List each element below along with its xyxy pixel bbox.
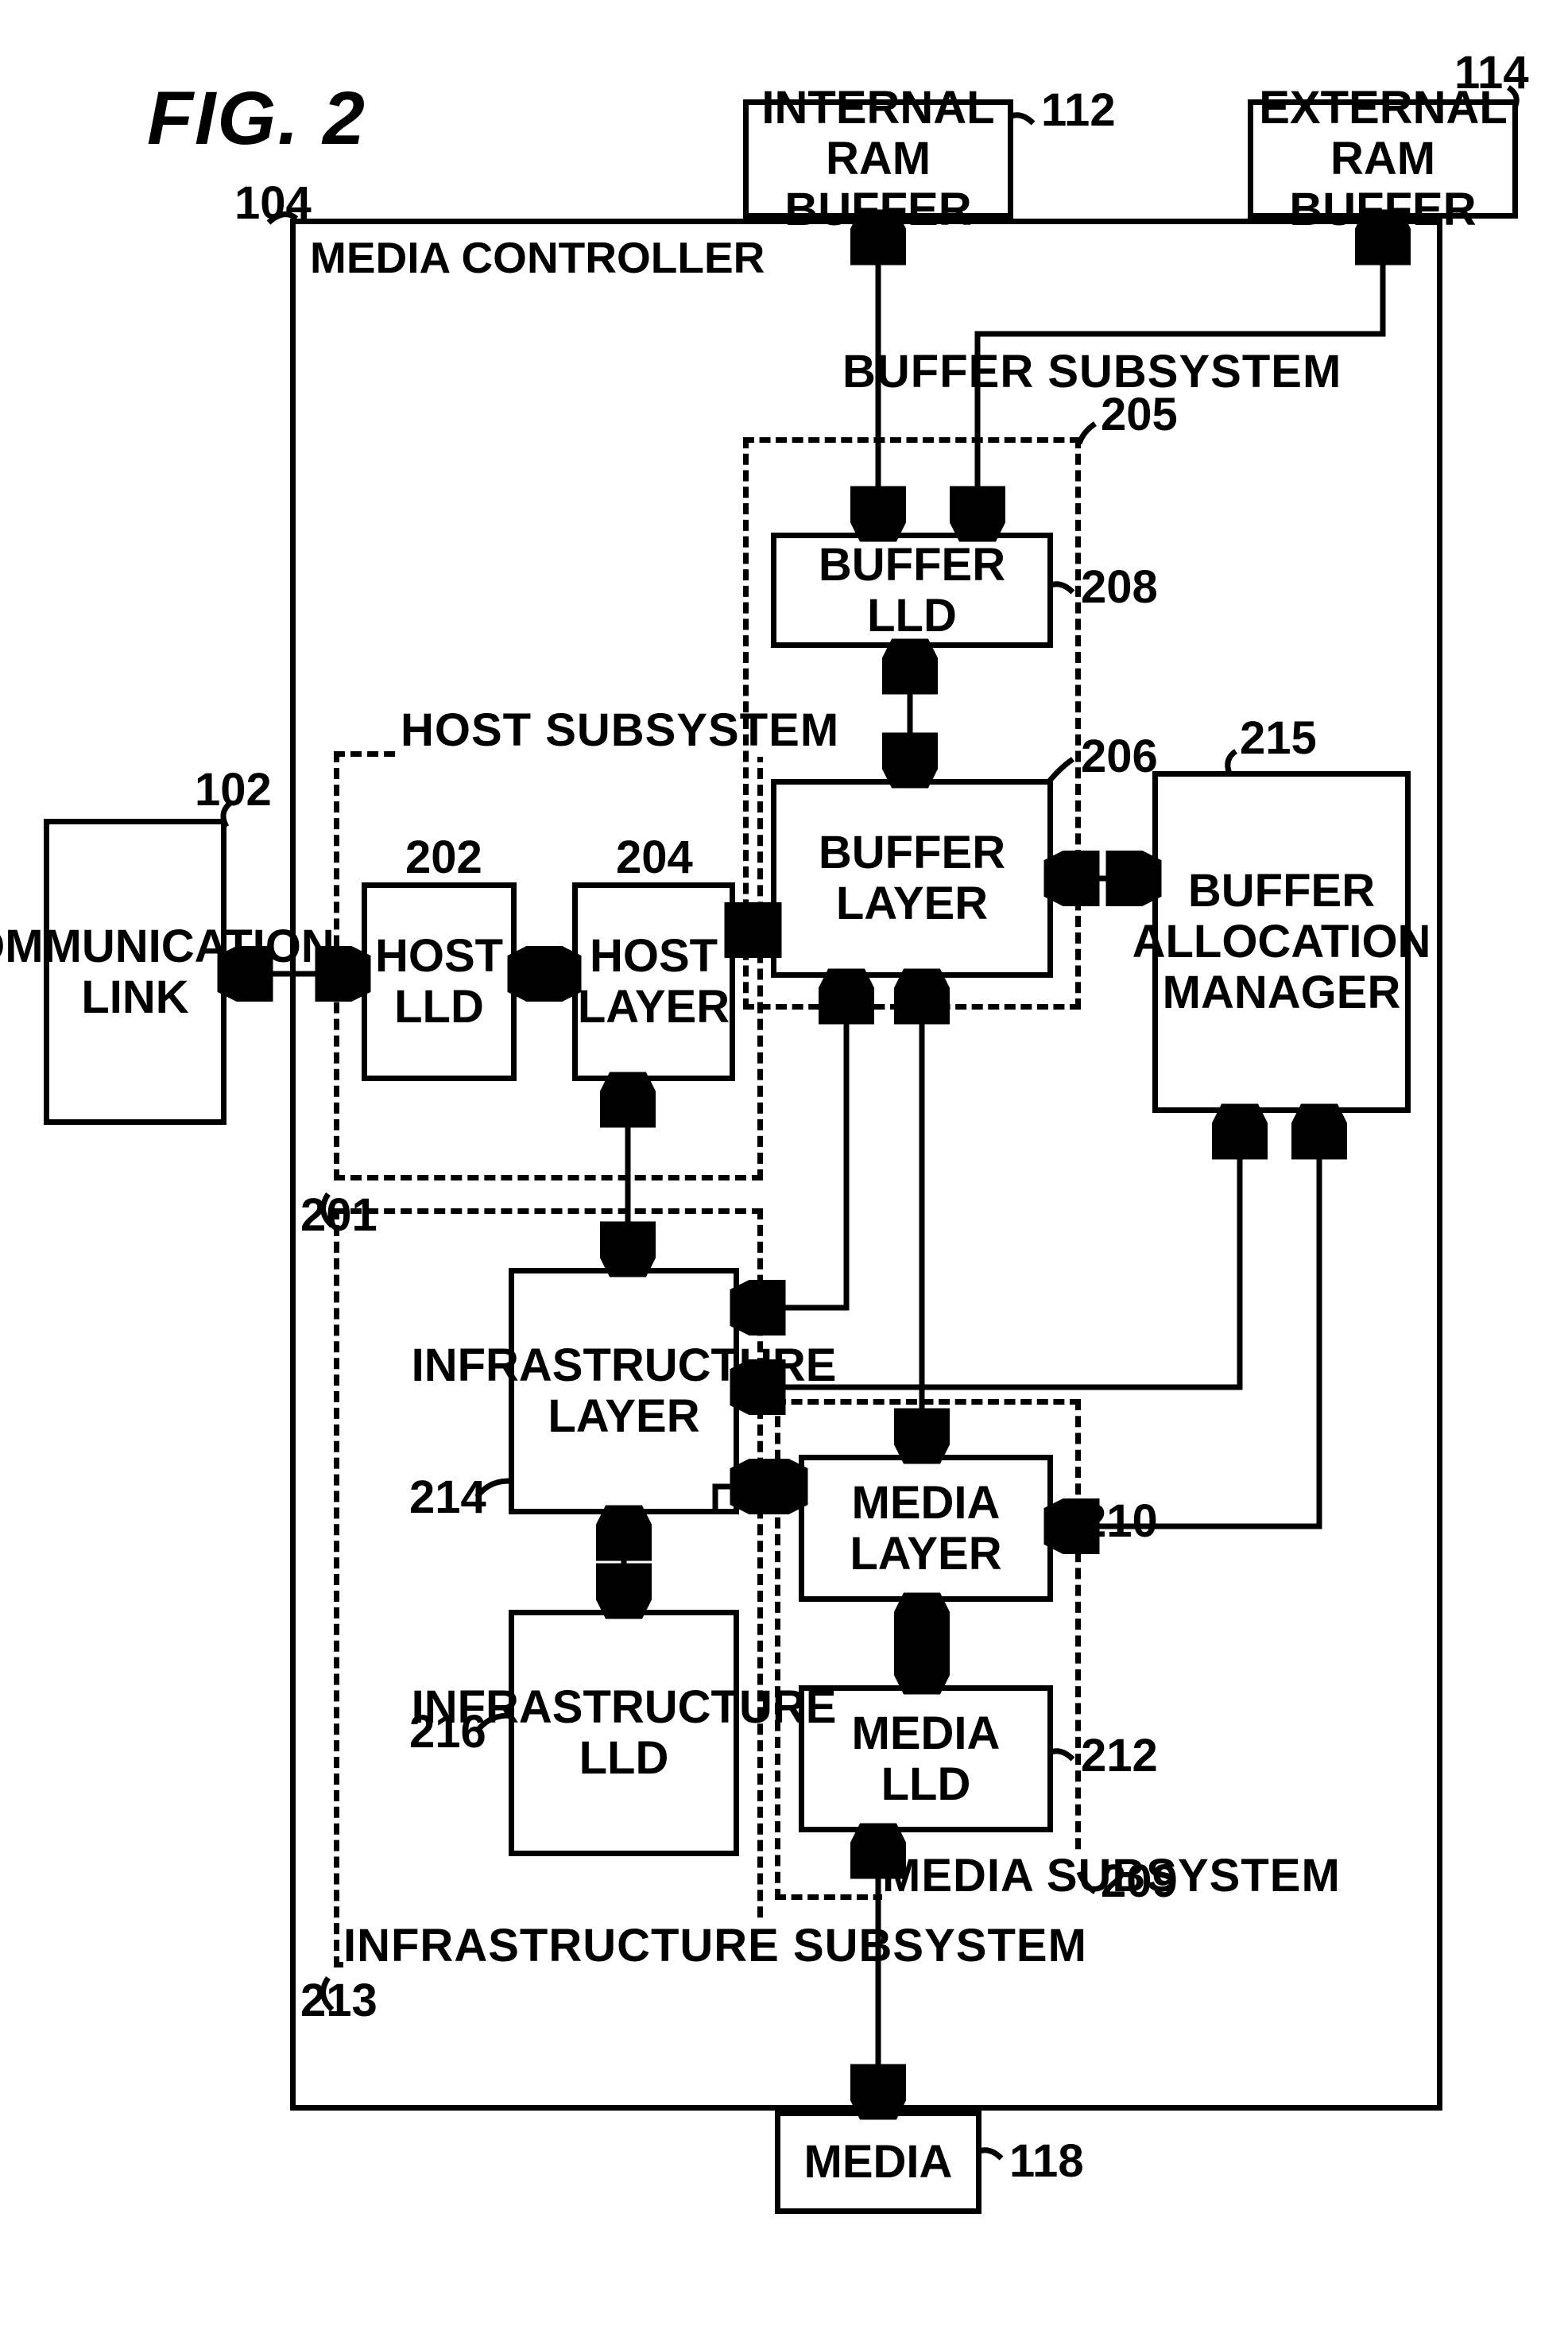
ref-204: 204 — [616, 831, 693, 884]
buffer-lld-box: BUFFER LLD — [771, 533, 1053, 648]
ref-205: 205 — [1101, 388, 1178, 441]
buffer-layer-label: BUFFER LAYER — [784, 828, 1040, 929]
ref-112: 112 — [1041, 83, 1116, 137]
ref-215: 215 — [1240, 711, 1317, 765]
buffer-layer-box: BUFFER LAYER — [771, 779, 1053, 978]
media-box: MEDIA — [775, 2111, 981, 2214]
external-ram-buffer-box: EXTERNAL RAM BUFFER — [1248, 99, 1518, 219]
host-layer-box: HOST LAYER — [572, 882, 735, 1081]
ref-210: 210 — [1081, 1494, 1158, 1548]
media-layer-box: MEDIA LAYER — [799, 1455, 1053, 1602]
media-lld-box: MEDIA LLD — [799, 1685, 1053, 1832]
ref-118: 118 — [1009, 2134, 1084, 2188]
ref-114: 114 — [1454, 46, 1529, 99]
ref-102: 102 — [195, 763, 272, 816]
media-label: MEDIA — [804, 2137, 953, 2188]
internal-ram-buffer-label: INTERNAL RAM BUFFER — [757, 83, 1000, 235]
ref-206: 206 — [1081, 730, 1158, 783]
ref-208: 208 — [1081, 560, 1158, 614]
figure-title: FIG. 2 — [147, 76, 366, 162]
buffer-lld-label: BUFFER LLD — [784, 540, 1040, 642]
buffer-alloc-manager-box: BUFFER ALLOCATION MANAGER — [1152, 771, 1411, 1113]
host-lld-box: HOST LLD — [362, 882, 517, 1081]
ref-216: 216 — [409, 1705, 486, 1758]
host-layer-label: HOST LAYER — [578, 931, 730, 1033]
ref-104: 104 — [234, 176, 312, 230]
internal-ram-buffer-box: INTERNAL RAM BUFFER — [743, 99, 1013, 219]
communication-link-box: COMMUNICATION LINK — [44, 819, 226, 1125]
communication-link-label: COMMUNICATION LINK — [0, 921, 335, 1023]
diagram-page: FIG. 2 MEDIA CONTROLLER COMMUNICATION LI… — [0, 0, 1568, 2326]
media-lld-label: MEDIA LLD — [812, 1708, 1040, 1810]
ref-213: 213 — [300, 1974, 377, 2027]
ref-209: 209 — [1101, 1855, 1178, 1908]
media-controller-label: MEDIA CONTROLLER — [310, 234, 765, 282]
buffer-subsystem-label: BUFFER SUBSYSTEM — [842, 348, 1342, 397]
host-lld-label: HOST LLD — [375, 931, 503, 1033]
infra-layer-box: INFRASTRUCTURE LAYER — [509, 1268, 739, 1514]
infra-subsystem-label: INFRASTRUCTURE SUBSYSTEM — [343, 1922, 1087, 1971]
infra-layer-label: INFRASTRUCTURE LAYER — [412, 1340, 837, 1442]
ref-214: 214 — [409, 1471, 486, 1524]
infra-lld-box: INFRASTRUCTURE LLD — [509, 1610, 739, 1856]
ref-212: 212 — [1081, 1729, 1158, 1782]
media-layer-label: MEDIA LAYER — [812, 1478, 1040, 1580]
buffer-alloc-manager-label: BUFFER ALLOCATION MANAGER — [1132, 866, 1431, 1018]
external-ram-buffer-label: EXTERNAL RAM BUFFER — [1259, 83, 1507, 235]
ref-201: 201 — [300, 1188, 377, 1242]
ref-202: 202 — [405, 831, 482, 884]
